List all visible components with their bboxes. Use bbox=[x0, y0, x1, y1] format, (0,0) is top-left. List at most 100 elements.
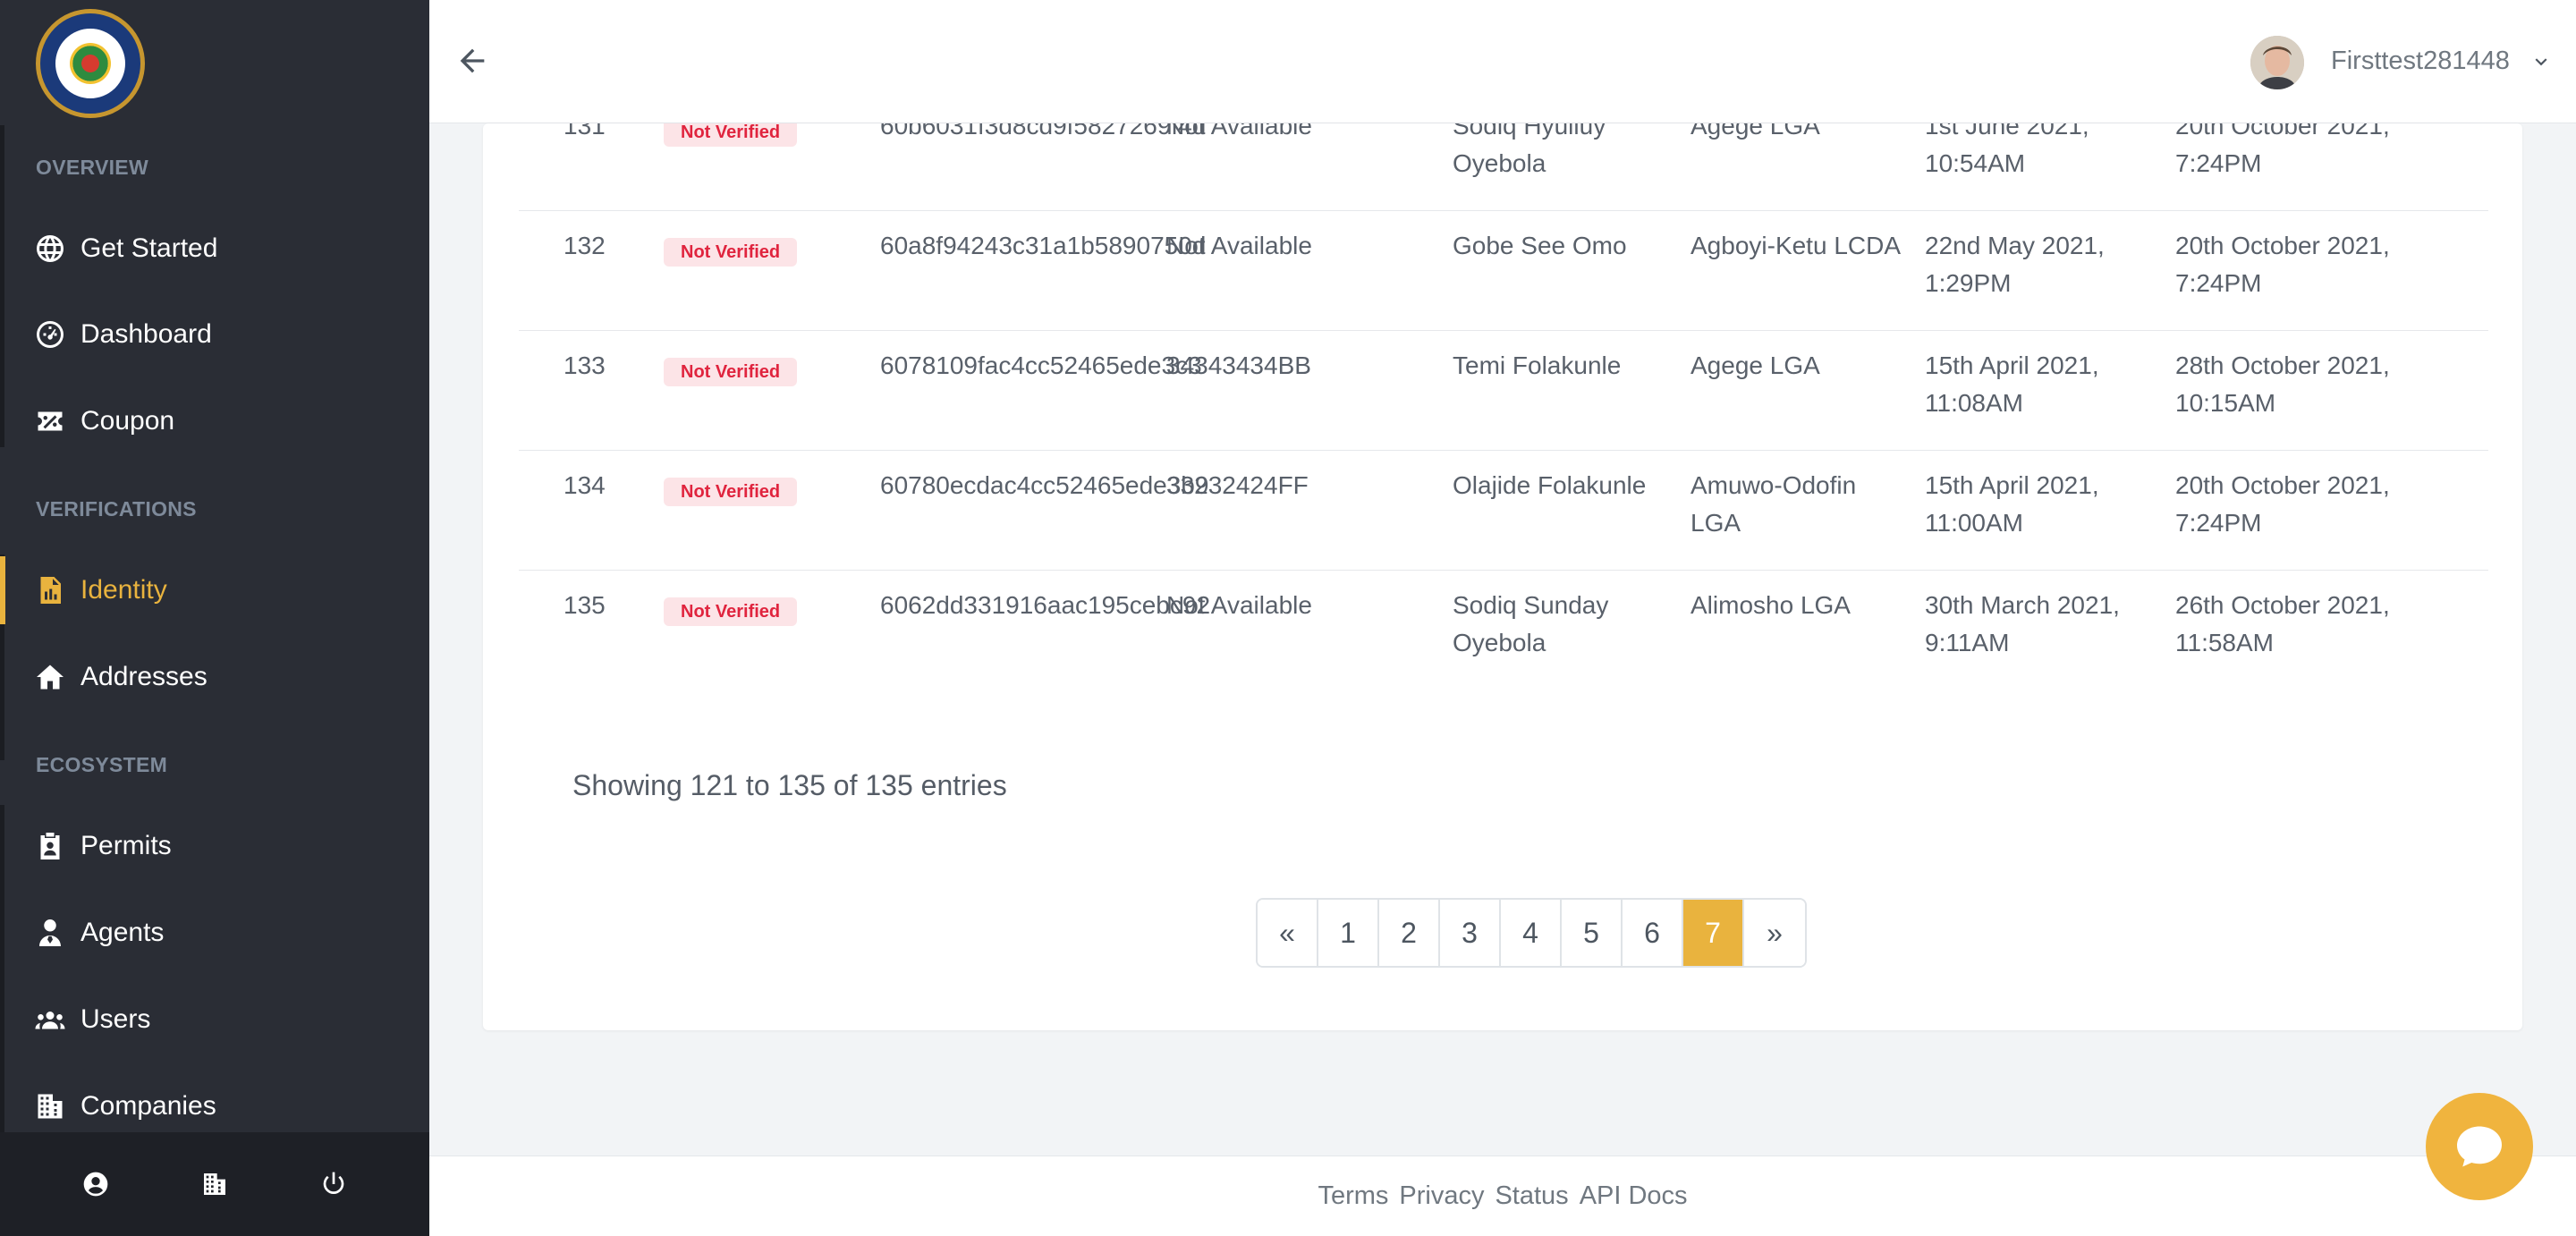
row-updated-date: 20th October 2021, 7:24PM bbox=[2175, 123, 2390, 177]
sidebar-item-label: Dashboard bbox=[80, 319, 212, 349]
sidebar-item-label: Agents bbox=[80, 918, 165, 947]
row-reference: 60b6031f3d8cd9f5827269f4d bbox=[880, 123, 1207, 140]
sidebar-item-label: Addresses bbox=[80, 662, 208, 691]
pagination-prev-button[interactable]: « bbox=[1258, 900, 1318, 966]
sidebar-item-label: Coupon bbox=[80, 406, 175, 436]
table-row[interactable]: 135 Not Verified 6062dd331916aac195cebc9… bbox=[519, 571, 2488, 690]
footer-link-status[interactable]: Status bbox=[1495, 1181, 1568, 1211]
coupon-icon bbox=[38, 411, 63, 431]
row-reference: 60780ecdac4cc52465ede3b9 bbox=[880, 471, 1209, 499]
sidebar-item-dashboard[interactable]: Dashboard bbox=[0, 301, 426, 368]
row-updated-date: 26th October 2021, 11:58AM bbox=[2175, 591, 2390, 656]
user-circle-icon[interactable] bbox=[81, 1170, 110, 1198]
back-arrow-icon[interactable] bbox=[454, 43, 490, 79]
footer-link-api-docs[interactable]: API Docs bbox=[1580, 1181, 1688, 1211]
username[interactable]: Firsttest281448 bbox=[2331, 47, 2510, 76]
row-lga: Amuwo-Odofin LGA bbox=[1690, 471, 1857, 537]
pagination-next-button[interactable]: » bbox=[1744, 900, 1805, 966]
row-lga: Agboyi-Ketu LCDA bbox=[1690, 232, 1902, 259]
entries-summary: Showing 121 to 135 of 135 entries bbox=[572, 769, 1007, 801]
row-id: 131 bbox=[564, 123, 606, 140]
row-created-date: 1st June 2021, 10:54AM bbox=[1925, 123, 2089, 177]
building-icon bbox=[38, 1094, 63, 1119]
row-created-date: 15th April 2021, 11:08AM bbox=[1925, 351, 2099, 417]
row-name: Sodiq Sunday Oyebola bbox=[1453, 591, 1609, 656]
status-badge: Not Verified bbox=[664, 597, 798, 626]
status-badge: Not Verified bbox=[664, 238, 798, 267]
sidebar-item-label: Get Started bbox=[80, 233, 218, 263]
sidebar: OVERVIEW Get Started Dashboard Coupon VE… bbox=[0, 0, 429, 1236]
globe-icon bbox=[37, 235, 64, 262]
chat-bubble-icon bbox=[2457, 1126, 2502, 1167]
pagination-page-3[interactable]: 3 bbox=[1440, 900, 1501, 966]
table-row[interactable]: 133 Not Verified 6078109fac4cc52465ede3c… bbox=[519, 331, 2488, 451]
permit-icon bbox=[40, 833, 60, 859]
table-row[interactable]: 132 Not Verified 60a8f94243c31a1b5890750… bbox=[519, 211, 2488, 331]
row-created-date: 15th April 2021, 11:00AM bbox=[1925, 471, 2099, 537]
sidebar-item-label: Permits bbox=[80, 831, 172, 860]
top-bar: Firsttest281448 bbox=[429, 0, 2576, 123]
avatar[interactable] bbox=[2250, 36, 2304, 89]
pagination-page-7-current[interactable]: 7 bbox=[1683, 900, 1744, 966]
row-id-number: Not Available bbox=[1166, 123, 1312, 140]
row-updated-date: 28th October 2021, 10:15AM bbox=[2175, 351, 2390, 417]
row-updated-date: 20th October 2021, 7:24PM bbox=[2175, 471, 2390, 537]
footer-link-privacy[interactable]: Privacy bbox=[1399, 1181, 1484, 1211]
row-name: Sodiq Hyuliuy Oyebola bbox=[1453, 123, 1606, 177]
pagination-page-4[interactable]: 4 bbox=[1501, 900, 1562, 966]
row-created-date: 22nd May 2021, 1:29PM bbox=[1925, 232, 2105, 297]
identity-icon bbox=[40, 577, 61, 604]
chevron-down-icon[interactable] bbox=[2529, 50, 2553, 73]
sidebar-item-users[interactable]: Users bbox=[0, 986, 426, 1054]
row-id: 133 bbox=[564, 351, 606, 379]
status-badge: Not Verified bbox=[664, 358, 798, 386]
status-badge: Not Verified bbox=[664, 123, 798, 147]
logo-seal bbox=[53, 26, 128, 101]
row-lga: Alimosho LGA bbox=[1690, 591, 1851, 619]
row-name: Olajide Folakunle bbox=[1453, 471, 1647, 499]
row-name: Gobe See Omo bbox=[1453, 232, 1627, 259]
power-icon[interactable] bbox=[319, 1170, 348, 1198]
pagination-page-5[interactable]: 5 bbox=[1562, 900, 1623, 966]
sidebar-item-addresses[interactable]: Addresses bbox=[0, 643, 426, 711]
pagination-page-1[interactable]: 1 bbox=[1318, 900, 1379, 966]
dashboard-icon bbox=[37, 321, 64, 348]
sidebar-item-label: Users bbox=[80, 1004, 151, 1034]
row-id-number: 34343434BB bbox=[1166, 351, 1311, 379]
row-id-number: Not Available bbox=[1166, 232, 1312, 259]
sidebar-item-get-started[interactable]: Get Started bbox=[0, 215, 426, 283]
page-footer: Terms Privacy Status API Docs bbox=[429, 1156, 2576, 1236]
identity-table-card: 131 Not Verified 60b6031f3d8cd9f5827269f… bbox=[483, 123, 2522, 1030]
row-id: 134 bbox=[564, 471, 606, 499]
sidebar-item-companies[interactable]: Companies bbox=[0, 1072, 426, 1140]
sidebar-item-coupon[interactable]: Coupon bbox=[0, 387, 426, 455]
row-id: 132 bbox=[564, 232, 606, 259]
sidebar-footer bbox=[0, 1132, 429, 1236]
avatar-photo bbox=[2250, 36, 2304, 89]
sidebar-item-agents[interactable]: Agents bbox=[0, 899, 426, 967]
sidebar-item-identity[interactable]: Identity bbox=[0, 556, 426, 624]
chat-launcher-button[interactable] bbox=[2426, 1093, 2533, 1200]
row-updated-date: 20th October 2021, 7:24PM bbox=[2175, 232, 2390, 297]
logo-coat-of-arms bbox=[70, 43, 111, 84]
table-row[interactable]: 134 Not Verified 60780ecdac4cc52465ede3b… bbox=[519, 451, 2488, 571]
sidebar-item-permits[interactable]: Permits bbox=[0, 812, 426, 880]
section-label-verifications: VERIFICATIONS bbox=[36, 497, 197, 521]
row-lga: Agege LGA bbox=[1690, 351, 1820, 379]
footer-link-terms[interactable]: Terms bbox=[1318, 1181, 1388, 1211]
pagination-page-2[interactable]: 2 bbox=[1379, 900, 1440, 966]
row-name: Temi Folakunle bbox=[1453, 351, 1622, 379]
table-row[interactable]: 131 Not Verified 60b6031f3d8cd9f5827269f… bbox=[519, 123, 2488, 211]
row-id: 135 bbox=[564, 591, 606, 619]
pagination-page-6[interactable]: 6 bbox=[1623, 900, 1683, 966]
row-reference: 6078109fac4cc52465ede3c3 bbox=[880, 351, 1202, 379]
lagos-state-logo[interactable] bbox=[36, 9, 145, 118]
sidebar-item-label: Identity bbox=[80, 575, 167, 605]
row-lga: Agege LGA bbox=[1690, 123, 1820, 140]
building-icon[interactable] bbox=[200, 1170, 229, 1198]
pagination: « 1 2 3 4 5 6 7 » bbox=[1256, 898, 1807, 968]
section-label-ecosystem: ECOSYSTEM bbox=[36, 753, 168, 776]
row-id-number: 33232424FF bbox=[1166, 471, 1309, 499]
sidebar-item-label: Companies bbox=[80, 1091, 216, 1121]
agent-icon bbox=[39, 919, 61, 946]
